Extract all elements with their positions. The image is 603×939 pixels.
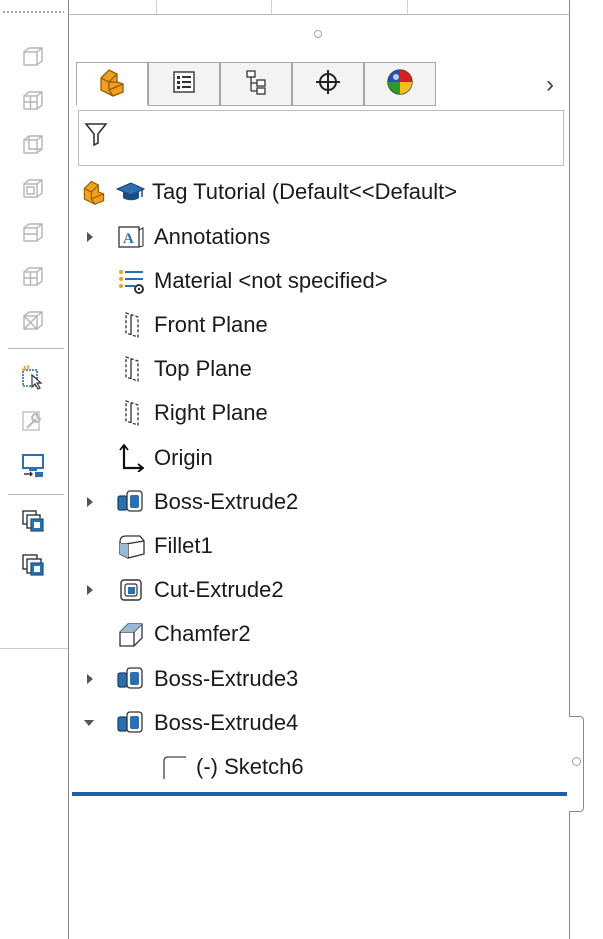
tree-item-label: Boss-Extrude3: [154, 666, 299, 691]
toolbar-separator: [8, 494, 64, 495]
display-pane-icon[interactable]: [16, 448, 50, 482]
select-new-icon[interactable]: [16, 360, 50, 394]
tree-item-material[interactable]: Material <not specified>: [114, 261, 388, 301]
boss-extrude-icon: [114, 662, 148, 696]
plane-icon: [114, 352, 148, 386]
panel-collapse-handle[interactable]: [569, 716, 584, 812]
tree-item-label: Boss-Extrude2: [154, 489, 299, 514]
appearance-ball-icon: [386, 68, 414, 101]
tabs-more-arrow[interactable]: ›: [540, 70, 560, 100]
panel-splitter-grip[interactable]: [314, 30, 322, 38]
cut-extrude-icon: [114, 573, 148, 607]
tree-item-origin[interactable]: Origin: [114, 438, 213, 478]
copy-icon[interactable]: [16, 504, 50, 538]
property-list-icon: [172, 70, 196, 99]
toolbar-bottom-divider: [0, 648, 68, 649]
top-tab-strip: [69, 0, 569, 15]
expand-arrow-icon[interactable]: [84, 584, 96, 596]
tree-root-label: Tag Tutorial (Default<<Default>: [152, 179, 458, 204]
fillet-icon: [114, 529, 148, 563]
paste-icon[interactable]: [16, 548, 50, 582]
sketch-icon: [156, 750, 190, 784]
toolbar-grip[interactable]: [2, 10, 64, 14]
left-toolbar: [0, 0, 68, 939]
tree-item-label: (-) Sketch6: [196, 754, 304, 779]
tree-item-label: Front Plane: [154, 312, 268, 337]
configurationmanager-tab[interactable]: [220, 62, 292, 106]
manager-tabs: [76, 62, 516, 108]
propertymanager-tab[interactable]: [148, 62, 220, 106]
display-manager-tab[interactable]: [364, 62, 436, 106]
tree-item-label: Material <not specified>: [154, 268, 388, 293]
tree-item-label: Origin: [154, 445, 213, 470]
expand-arrow-icon[interactable]: [84, 231, 96, 243]
tree-item-front-plane[interactable]: Front Plane: [114, 305, 268, 345]
svg-text:A: A: [123, 231, 134, 247]
tree-item-label: Top Plane: [154, 356, 252, 381]
filter-funnel-icon[interactable]: [83, 121, 109, 152]
chamfer-icon: [114, 617, 148, 651]
feature-filter-box[interactable]: [78, 110, 564, 166]
tree-item-top-plane[interactable]: Top Plane: [114, 349, 252, 389]
origin-icon: [114, 441, 148, 475]
featuremanager-tab[interactable]: [76, 62, 148, 106]
tree-item-boss-extrude2[interactable]: Boss-Extrude2: [86, 482, 298, 522]
tree-item-label: Annotations: [154, 224, 271, 249]
tree-root[interactable]: Tag Tutorial (Default<<Default>: [76, 172, 457, 212]
tree-item-chamfer2[interactable]: Chamfer2: [114, 614, 251, 654]
tree-item-annotations[interactable]: A Annotations: [86, 217, 270, 257]
material-icon: [114, 264, 148, 298]
view-front-icon[interactable]: [16, 84, 50, 118]
view-left-icon[interactable]: [16, 172, 50, 206]
boss-extrude-icon: [114, 706, 148, 740]
tree-item-label: Fillet1: [154, 533, 213, 558]
collapse-arrow-icon[interactable]: [83, 717, 95, 729]
dimxpert-tab[interactable]: [292, 62, 364, 106]
collapse-grip-icon[interactable]: [572, 757, 581, 766]
tree-item-right-plane[interactable]: Right Plane: [114, 393, 268, 433]
tree-item-label: Cut-Extrude2: [154, 577, 284, 602]
annotations-icon: A: [114, 220, 148, 254]
boss-extrude-icon: [114, 485, 148, 519]
expand-arrow-icon[interactable]: [84, 496, 96, 508]
part-icon: [76, 175, 112, 209]
view-right-icon[interactable]: [16, 216, 50, 250]
tree-item-sketch6[interactable]: (-) Sketch6: [156, 747, 304, 787]
tree-item-boss-extrude3[interactable]: Boss-Extrude3: [86, 659, 298, 699]
tree-item-fillet1[interactable]: Fillet1: [114, 526, 213, 566]
tree-item-label: Boss-Extrude4: [154, 710, 299, 735]
view-top-icon[interactable]: [16, 260, 50, 294]
tree-item-label: Chamfer2: [154, 621, 251, 646]
toolbar-separator: [8, 348, 64, 349]
plane-icon: [114, 396, 148, 430]
view-back-icon[interactable]: [16, 128, 50, 162]
tree-item-boss-extrude4[interactable]: Boss-Extrude4: [83, 703, 299, 743]
configuration-icon: [244, 69, 268, 100]
rollback-bar[interactable]: [72, 792, 567, 796]
graduation-cap-icon: [114, 175, 146, 209]
wrench-icon[interactable]: [16, 404, 50, 438]
part-icon: [95, 66, 129, 103]
expand-arrow-icon[interactable]: [84, 673, 96, 685]
view-cube-icon[interactable]: [16, 40, 50, 74]
tree-item-cut-extrude2[interactable]: Cut-Extrude2: [86, 570, 284, 610]
crosshair-icon: [315, 69, 341, 100]
view-iso-icon[interactable]: [16, 304, 50, 338]
tree-item-label: Right Plane: [154, 400, 268, 425]
plane-icon: [114, 308, 148, 342]
